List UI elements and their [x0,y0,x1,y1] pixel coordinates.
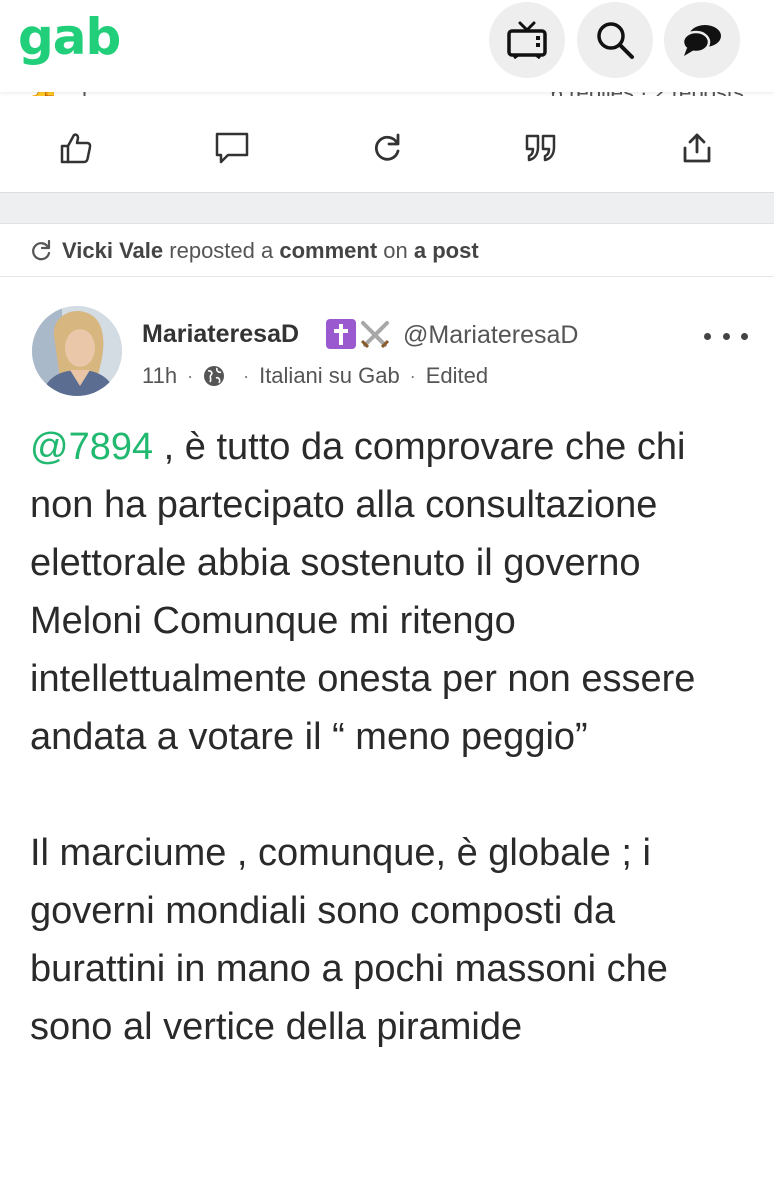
post-edited[interactable]: Edited [426,363,488,389]
search-icon [597,22,634,59]
meta-separator: · [187,365,194,386]
meta-separator: · [243,365,250,386]
share-button[interactable] [677,130,717,166]
avatar[interactable] [32,306,122,396]
comment-icon [215,132,249,164]
post-time[interactable]: 11h [142,363,177,389]
post-paragraph: Il marciume , comunque, è globale ; i go… [30,832,668,1048]
quote-button[interactable] [521,130,561,166]
globe-icon [204,366,225,386]
repost-on: on [383,238,408,263]
post-meta: 11h · · Italiani su Gab · Edited [142,363,488,389]
avatar-image [32,306,122,396]
like-button[interactable] [56,130,96,166]
author-handle[interactable]: @MariateresaD [403,321,578,350]
post-body: @7894 , è tutto da comprovare che chi no… [30,418,750,1056]
search-button[interactable] [577,2,653,78]
repost-comment-link[interactable]: comment [279,238,377,263]
repost-verb: reposted a [169,238,274,263]
cross-badge-icon [326,319,356,349]
more-options-button[interactable] [704,324,748,348]
post-paragraph: @7894 , è tutto da comprovare che chi no… [30,418,750,766]
repost-post-link[interactable]: a post [414,238,479,263]
gab-logo[interactable]: gab [18,2,121,72]
comment-button[interactable] [212,130,252,166]
post-text: , è tutto da comprovare che chi non ha p… [30,426,696,758]
meta-separator: · [409,365,416,386]
more-dot [741,332,748,340]
feed-divider [0,193,774,224]
like-icon [60,133,92,164]
crossed-swords-icon [358,319,392,356]
chat-icon [681,25,721,56]
repost-header: Vicki Vale reposted a comment on a post [0,224,774,277]
tv-icon [507,21,547,59]
more-dot [722,332,730,340]
repost-small-icon [32,240,51,261]
reposter-name[interactable]: Vicki Vale [62,238,163,263]
mention-link[interactable]: @7894 [30,426,153,468]
post-group[interactable]: Italiani su Gab [259,363,400,389]
more-dot [704,332,711,340]
author-name[interactable]: MariateresaD [142,320,299,349]
tv-button[interactable] [489,2,565,78]
post-action-bar [0,96,774,193]
chat-button[interactable] [664,2,740,78]
quote-icon [525,134,556,162]
repost-text: Vicki Vale reposted a comment on a post [62,238,479,264]
repost-icon [374,133,400,161]
repost-button[interactable] [367,130,407,166]
top-bar: gab [0,0,774,92]
share-icon [683,133,711,163]
